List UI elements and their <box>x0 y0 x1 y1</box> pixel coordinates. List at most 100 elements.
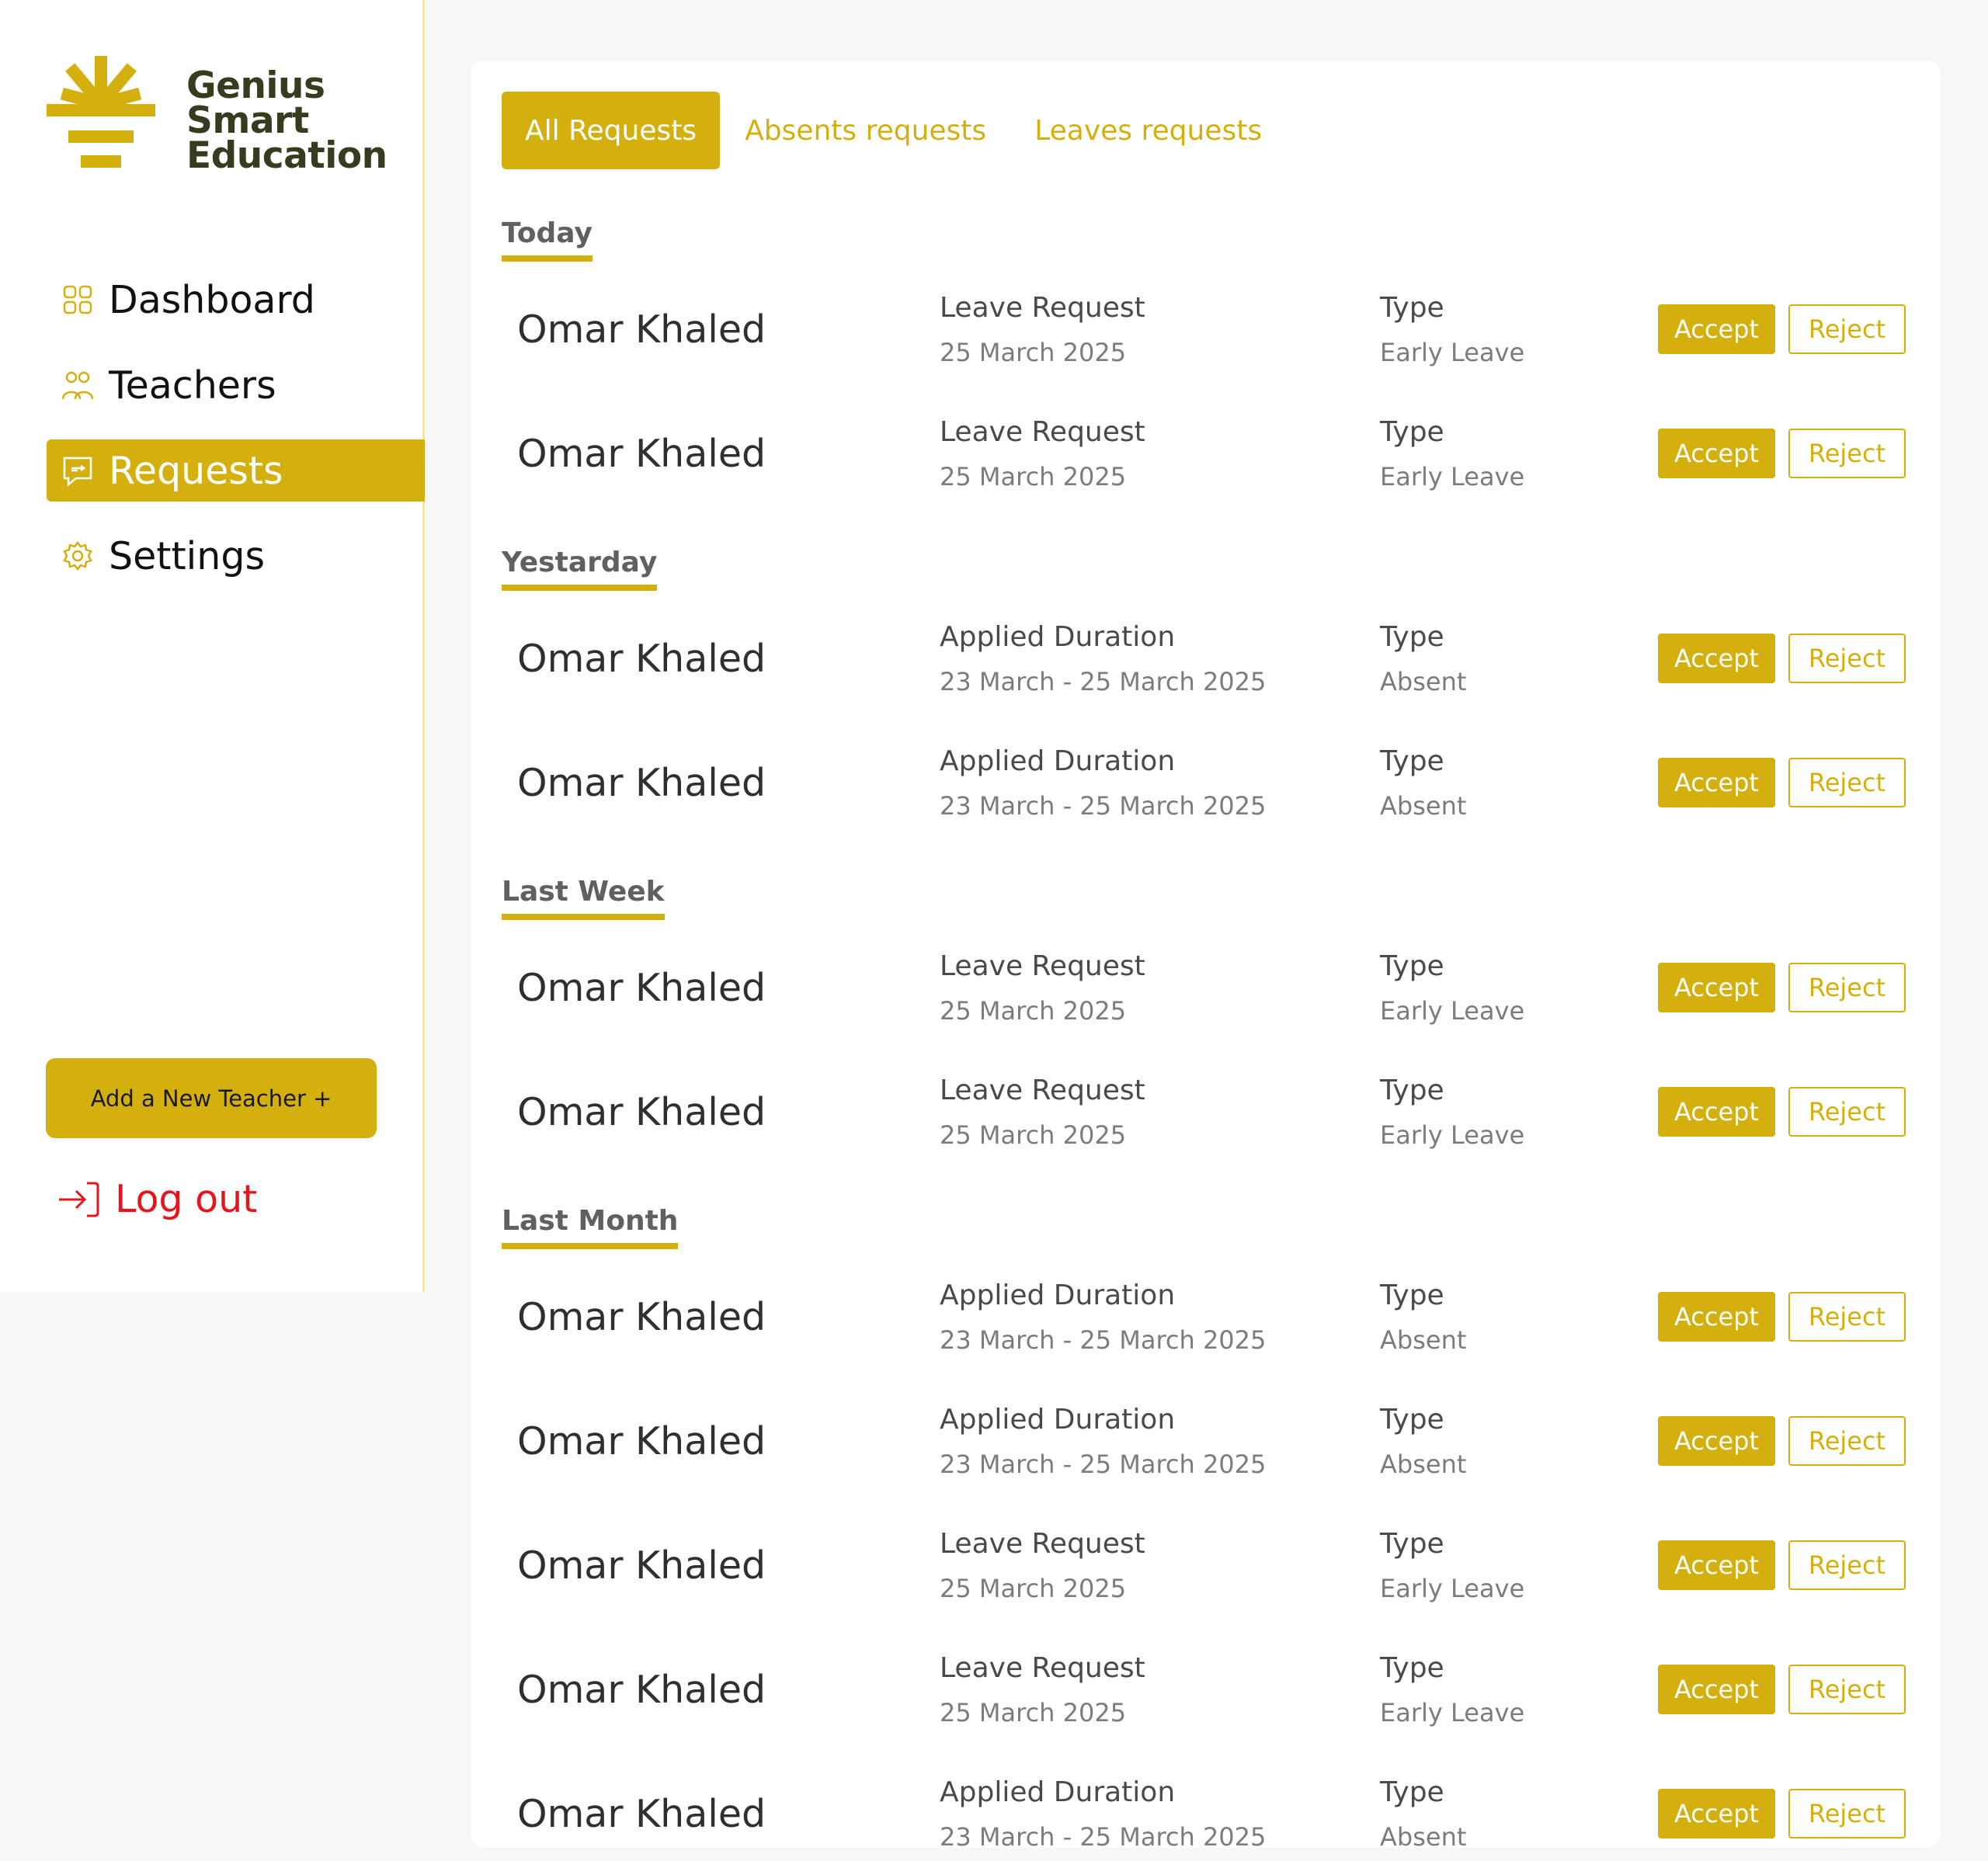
request-type: Type Absent <box>1380 745 1466 821</box>
sidebar-item-settings[interactable]: Settings <box>47 525 425 587</box>
request-info: Applied Duration 23 March - 25 March 202… <box>940 1776 1266 1848</box>
teacher-name: Omar Khaled <box>517 1792 766 1836</box>
gear-icon <box>61 539 95 573</box>
reject-button[interactable]: Reject <box>1788 1292 1906 1342</box>
request-info-value: 25 March 2025 <box>940 1120 1127 1150</box>
accept-button[interactable]: Accept <box>1658 429 1775 478</box>
request-info: Leave Request 25 March 2025 <box>940 950 1145 1026</box>
request-row: Omar Khaled Applied Duration 23 March - … <box>502 1404 1923 1491</box>
request-info-value: 25 March 2025 <box>940 1698 1127 1727</box>
request-type-label: Type <box>1380 950 1444 982</box>
request-type: Type Absent <box>1380 1279 1466 1355</box>
accept-button[interactable]: Accept <box>1658 1540 1775 1590</box>
teacher-name: Omar Khaled <box>517 1668 766 1712</box>
request-info: Leave Request 25 March 2025 <box>940 1528 1145 1603</box>
tab-leaves-requests[interactable]: Leaves requests <box>1011 92 1285 169</box>
logout-button[interactable]: Log out <box>57 1177 257 1221</box>
accept-button[interactable]: Accept <box>1658 634 1775 683</box>
reject-button[interactable]: Reject <box>1788 1540 1906 1590</box>
request-info-title: Applied Duration <box>940 1404 1176 1436</box>
group-last-month: Last Month <box>502 1205 1923 1249</box>
request-type-value: Absent <box>1380 1822 1467 1848</box>
request-row: Omar Khaled Applied Duration 23 March - … <box>502 1279 1923 1366</box>
request-info: Leave Request 25 March 2025 <box>940 416 1145 491</box>
group-title: Last Week <box>502 876 665 920</box>
reject-button[interactable]: Reject <box>1788 1416 1906 1466</box>
reject-button[interactable]: Reject <box>1788 758 1906 807</box>
request-type: Type Early Leave <box>1380 1652 1524 1727</box>
request-row: Omar Khaled Leave Request 25 March 2025 … <box>502 1075 1923 1161</box>
teacher-name: Omar Khaled <box>517 1090 766 1134</box>
request-info: Applied Duration 23 March - 25 March 202… <box>940 1404 1266 1479</box>
request-type-value: Early Leave <box>1380 1698 1525 1727</box>
brand-line-2: Smart <box>186 99 309 142</box>
request-info-title: Leave Request <box>940 1528 1145 1560</box>
request-info-title: Leave Request <box>940 292 1145 324</box>
accept-button[interactable]: Accept <box>1658 1665 1775 1714</box>
accept-button[interactable]: Accept <box>1658 304 1775 354</box>
request-info-title: Applied Duration <box>940 1279 1176 1311</box>
logout-icon <box>59 1182 99 1217</box>
request-info: Leave Request 25 March 2025 <box>940 1652 1145 1727</box>
sidebar-item-label: Teachers <box>109 363 276 408</box>
reject-button[interactable]: Reject <box>1788 1665 1906 1714</box>
request-info-value: 25 March 2025 <box>940 996 1127 1026</box>
request-type-value: Absent <box>1380 1325 1467 1355</box>
sidebar: Genius Smart Education Dashboard Teacher… <box>0 0 425 1292</box>
request-info-value: 23 March - 25 March 2025 <box>940 1822 1267 1848</box>
request-type-value: Early Leave <box>1380 338 1525 367</box>
accept-button[interactable]: Accept <box>1658 1087 1775 1137</box>
accept-button[interactable]: Accept <box>1658 1292 1775 1342</box>
request-info: Leave Request 25 March 2025 <box>940 292 1145 367</box>
add-teacher-button[interactable]: Add a New Teacher + <box>46 1058 377 1138</box>
reject-button[interactable]: Reject <box>1788 429 1906 478</box>
app-root: Genius Smart Education Dashboard Teacher… <box>0 0 1988 1861</box>
teacher-name: Omar Khaled <box>517 637 766 681</box>
request-info-value: 25 March 2025 <box>940 462 1127 491</box>
request-info-title: Leave Request <box>940 416 1145 448</box>
request-type: Type Early Leave <box>1380 292 1524 367</box>
tab-absents-requests[interactable]: Absents requests <box>721 92 1010 169</box>
tab-all-requests[interactable]: All Requests <box>502 92 721 169</box>
reject-button[interactable]: Reject <box>1788 1087 1906 1137</box>
request-type-value: Early Leave <box>1380 1120 1525 1150</box>
teacher-name: Omar Khaled <box>517 1419 766 1463</box>
brand-line-1: Genius <box>186 64 325 107</box>
reject-button[interactable]: Reject <box>1788 304 1906 354</box>
request-type-label: Type <box>1380 621 1444 653</box>
request-type: Type Early Leave <box>1380 950 1524 1026</box>
accept-button[interactable]: Accept <box>1658 1789 1775 1838</box>
request-row: Omar Khaled Applied Duration 23 March - … <box>502 621 1923 708</box>
request-info-value: 25 March 2025 <box>940 1574 1127 1603</box>
accept-button[interactable]: Accept <box>1658 963 1775 1012</box>
request-type-value: Early Leave <box>1380 462 1525 491</box>
group-last-week: Last Week <box>502 876 1923 920</box>
request-type: Type Early Leave <box>1380 1528 1524 1603</box>
request-type: Type Early Leave <box>1380 1075 1524 1150</box>
reject-button[interactable]: Reject <box>1788 963 1906 1012</box>
request-type-value: Early Leave <box>1380 1574 1525 1603</box>
accept-button[interactable]: Accept <box>1658 758 1775 807</box>
sidebar-item-dashboard[interactable]: Dashboard <box>47 269 425 331</box>
sidebar-item-requests[interactable]: Requests <box>47 439 425 502</box>
teacher-name: Omar Khaled <box>517 966 766 1010</box>
sidebar-item-label: Dashboard <box>109 277 315 322</box>
reject-button[interactable]: Reject <box>1788 634 1906 683</box>
request-type-label: Type <box>1380 1652 1444 1684</box>
request-type: Type Absent <box>1380 621 1466 696</box>
request-info-value: 23 March - 25 March 2025 <box>940 1450 1267 1479</box>
request-type-value: Absent <box>1380 791 1467 821</box>
request-info-title: Leave Request <box>940 950 1145 982</box>
users-icon <box>61 368 95 402</box>
brand-line-3: Education <box>186 134 388 177</box>
teacher-name: Omar Khaled <box>517 432 766 476</box>
sidebar-item-teachers[interactable]: Teachers <box>47 354 425 416</box>
request-row: Omar Khaled Leave Request 25 March 2025 … <box>502 292 1923 379</box>
sidebar-item-label: Settings <box>109 533 265 578</box>
accept-button[interactable]: Accept <box>1658 1416 1775 1466</box>
request-info: Applied Duration 23 March - 25 March 202… <box>940 745 1266 821</box>
group-title: Last Month <box>502 1205 679 1249</box>
request-info: Applied Duration 23 March - 25 March 202… <box>940 621 1266 696</box>
reject-button[interactable]: Reject <box>1788 1789 1906 1838</box>
request-info-title: Leave Request <box>940 1075 1145 1106</box>
